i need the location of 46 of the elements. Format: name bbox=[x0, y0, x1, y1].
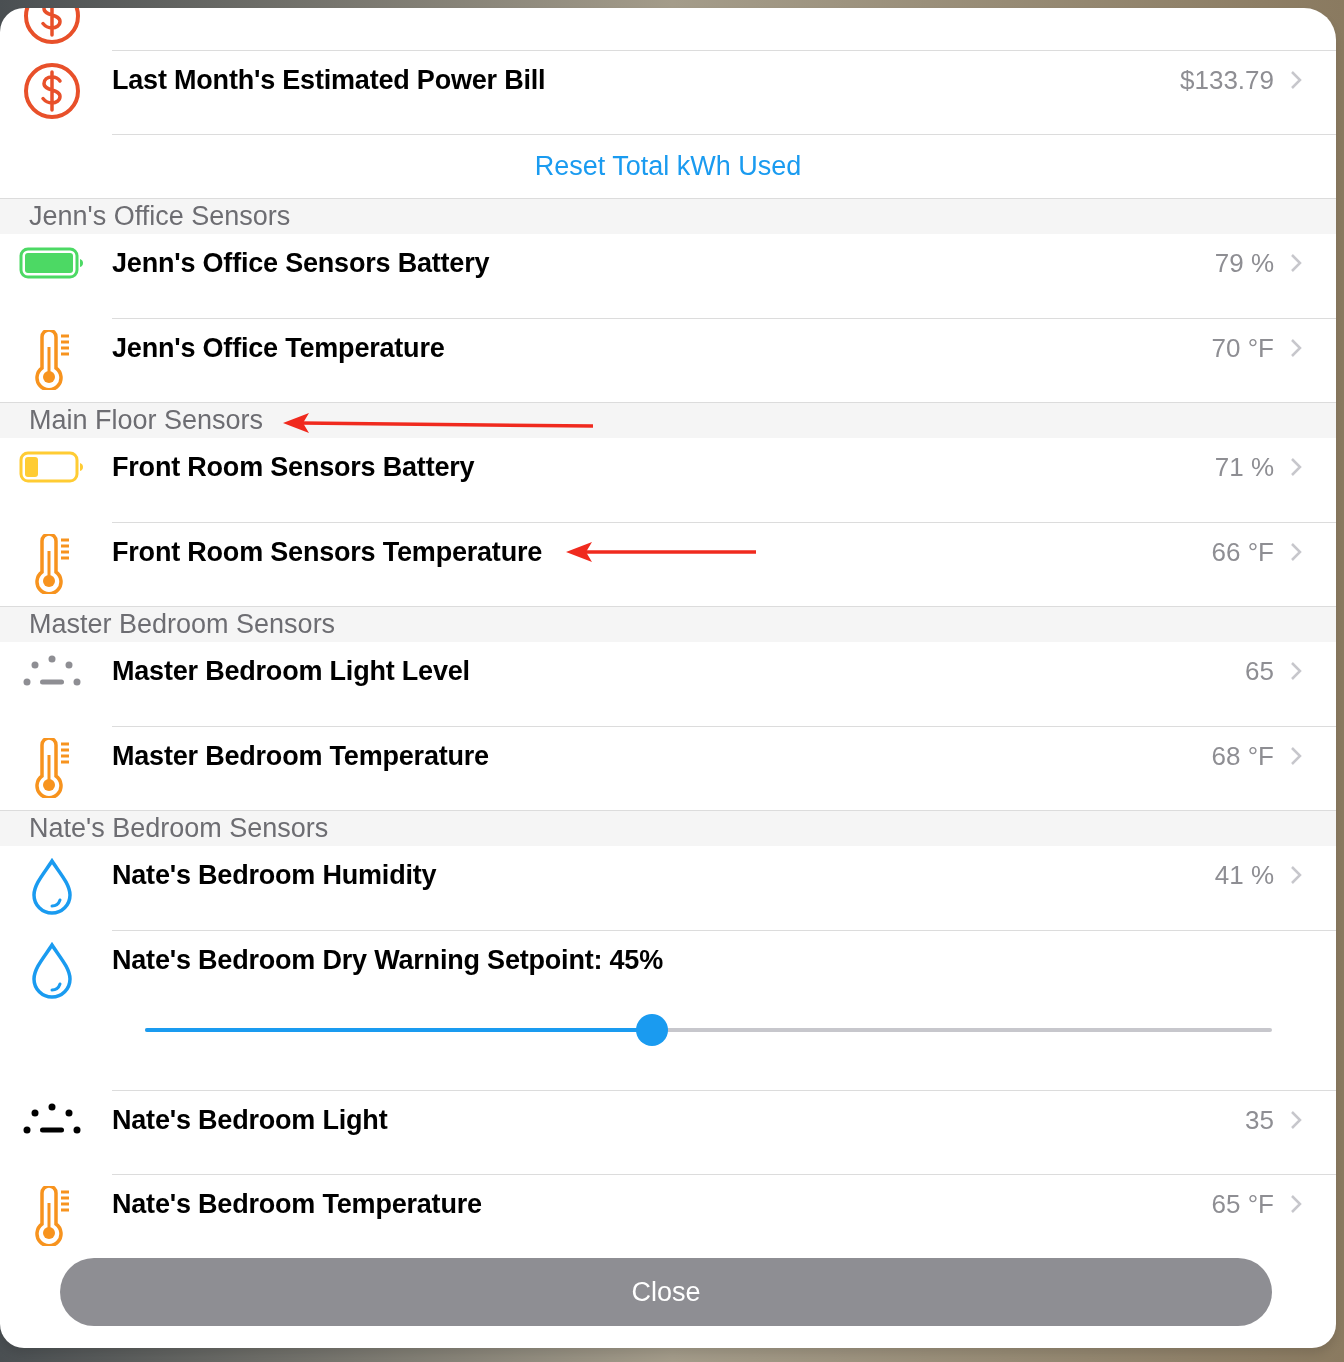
row-value: 41 % bbox=[1214, 859, 1274, 891]
water-drop-icon bbox=[31, 942, 73, 1000]
row-value: 68 °F bbox=[1211, 740, 1274, 772]
thermometer-icon bbox=[33, 1186, 71, 1246]
row-title: Nate's Bedroom Light bbox=[112, 1104, 388, 1136]
chevron-icon[interactable] bbox=[1290, 1110, 1302, 1130]
row-value: 66 °F bbox=[1211, 536, 1274, 568]
section-title: Nate's Bedroom Sensors bbox=[29, 813, 329, 844]
chevron-icon[interactable] bbox=[1290, 1194, 1302, 1214]
chevron-icon[interactable] bbox=[1290, 865, 1302, 885]
row-title: Front Room Sensors Temperature bbox=[112, 536, 543, 568]
slider-thumb[interactable] bbox=[636, 1014, 669, 1046]
row-value: $133.79 bbox=[1180, 64, 1274, 96]
row-value: 35 bbox=[1245, 1104, 1274, 1136]
chevron-icon[interactable] bbox=[1290, 338, 1302, 358]
row-title: Nate's Bedroom Humidity bbox=[112, 859, 437, 891]
thermometer-icon bbox=[33, 738, 71, 798]
row-value: 79 % bbox=[1214, 247, 1274, 279]
row-value: 65 bbox=[1245, 655, 1274, 687]
row-value: 71 % bbox=[1214, 451, 1274, 483]
close-button[interactable]: Close bbox=[60, 1258, 1272, 1326]
section-title: Jenn's Office Sensors bbox=[29, 201, 291, 232]
row-title: Jenn's Office Temperature bbox=[112, 332, 445, 364]
chevron-icon[interactable] bbox=[1290, 661, 1302, 681]
chevron-icon[interactable] bbox=[1290, 542, 1302, 562]
row-title: Nate's Bedroom Dry Warning Setpoint: 45% bbox=[112, 945, 663, 975]
thermometer-icon bbox=[33, 330, 71, 390]
chevron-icon[interactable] bbox=[1290, 746, 1302, 766]
thermometer-icon bbox=[33, 534, 71, 594]
row-title: Master Bedroom Temperature bbox=[112, 740, 489, 772]
water-drop-icon bbox=[31, 858, 73, 916]
section-title: Master Bedroom Sensors bbox=[29, 609, 336, 640]
row-title: Last Month's Estimated Power Bill bbox=[112, 64, 546, 96]
row-value: 70 °F bbox=[1211, 332, 1274, 364]
section-title: Main Floor Sensors bbox=[29, 405, 264, 436]
slider[interactable] bbox=[145, 1014, 1272, 1046]
reset-link[interactable]: Reset Total kWh Used bbox=[534, 151, 802, 182]
chevron-icon[interactable] bbox=[1290, 457, 1302, 477]
dollar-icon bbox=[23, 62, 81, 120]
row-value: 65 °F bbox=[1211, 1188, 1274, 1220]
chevron-icon[interactable] bbox=[1290, 253, 1302, 273]
row-title: Master Bedroom Light Level bbox=[112, 655, 470, 687]
row-title: Nate's Bedroom Temperature bbox=[112, 1188, 482, 1220]
chevron-icon[interactable] bbox=[1290, 70, 1302, 90]
row-title: Front Room Sensors Battery bbox=[112, 451, 475, 483]
row-title: Jenn's Office Sensors Battery bbox=[112, 247, 490, 279]
